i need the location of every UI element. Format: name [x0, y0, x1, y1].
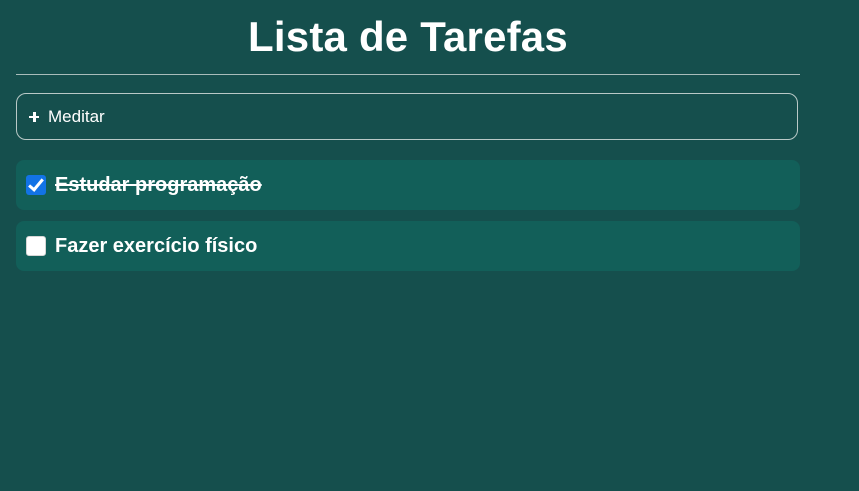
task-item[interactable]: Estudar programação [16, 160, 800, 210]
plus-icon[interactable] [28, 111, 40, 123]
title-divider [16, 74, 800, 75]
task-checkbox-unchecked[interactable] [26, 236, 46, 256]
task-item[interactable]: Fazer exercício físico [16, 221, 800, 271]
add-task-field[interactable] [16, 93, 798, 140]
task-checkbox-checked[interactable] [26, 175, 46, 195]
add-task-input[interactable] [48, 106, 748, 127]
task-label: Fazer exercício físico [55, 234, 258, 257]
todo-app: Lista de Tarefas Estudar programação Faz… [0, 0, 859, 491]
page-title: Lista de Tarefas [248, 13, 568, 60]
task-label: Estudar programação [55, 173, 262, 196]
